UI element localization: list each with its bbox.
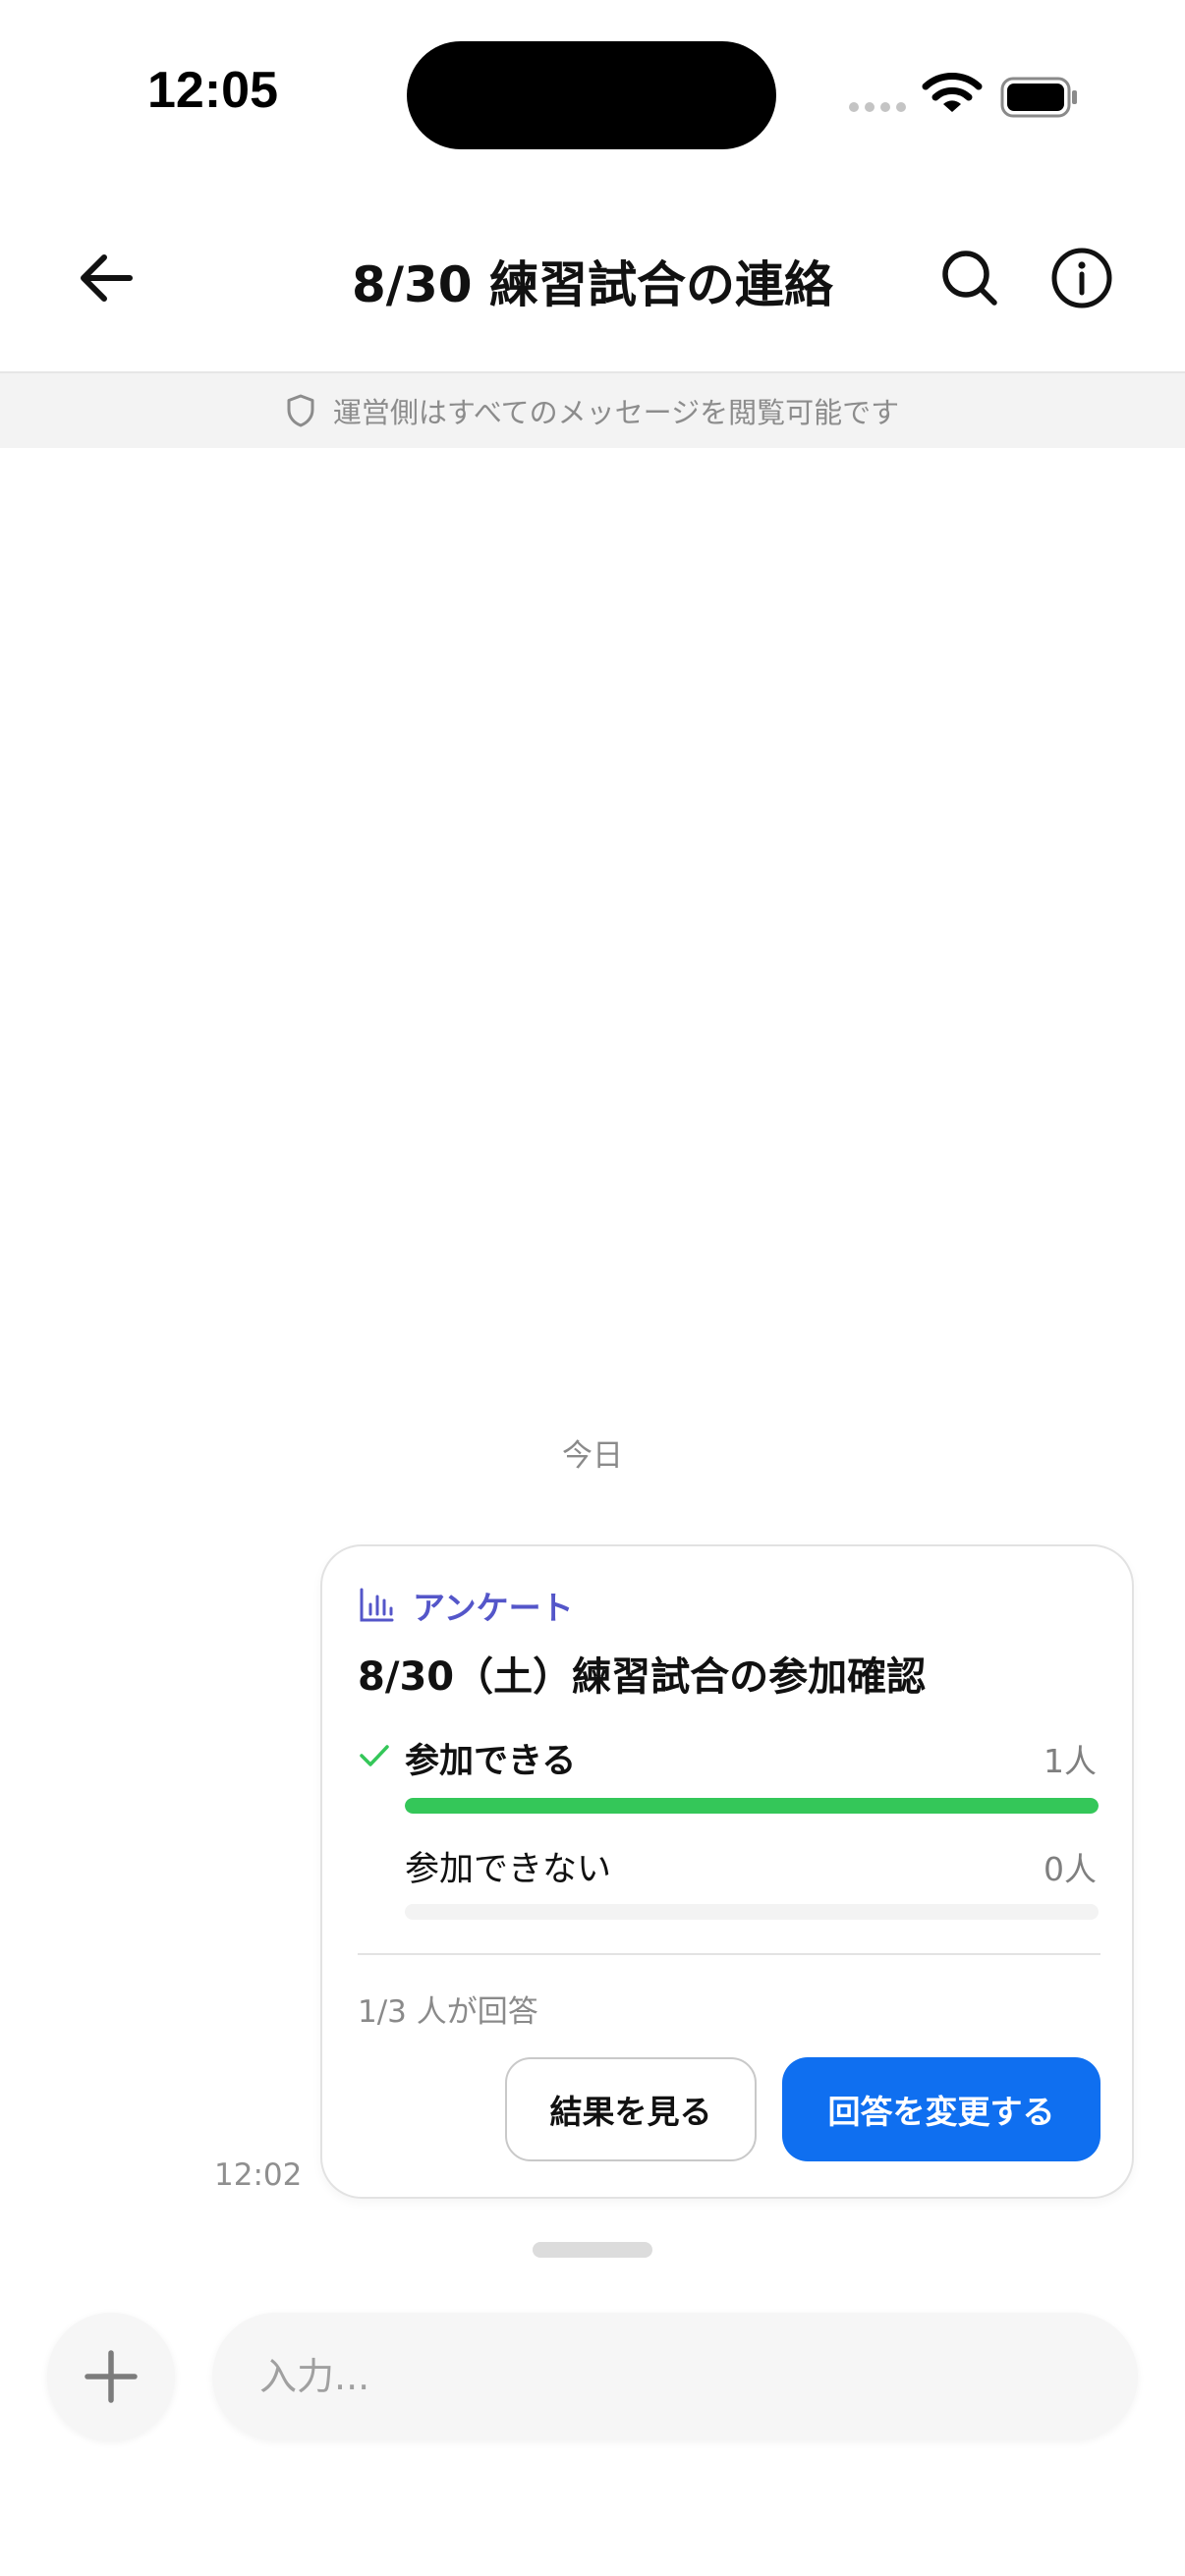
info-button[interactable] [1047, 244, 1116, 312]
poll-option-bar [405, 1904, 1099, 1920]
privacy-notice-text: 運営側はすべてのメッセージを閲覧可能です [332, 396, 900, 429]
date-separator: 今日 [562, 1438, 623, 1474]
change-answer-button[interactable]: 回答を変更する [782, 2057, 1100, 2161]
respondent-count: 1/3 人が回答 [358, 1994, 538, 2030]
shield-icon [287, 394, 314, 427]
message-input[interactable] [212, 2313, 1138, 2440]
arrow-left-icon [81, 254, 133, 302]
wifi-icon [922, 73, 983, 112]
chat-title: 8/30 練習試合の連絡 [351, 256, 834, 313]
poll-option-label[interactable]: 参加できる [405, 1733, 576, 1783]
poll-kind-label: アンケート [358, 1582, 574, 1629]
dynamic-island [407, 41, 776, 149]
plus-icon [85, 2350, 138, 2403]
back-button[interactable] [73, 244, 141, 312]
card-divider [358, 1953, 1100, 1955]
status-time: 12:05 [147, 62, 278, 119]
search-icon [942, 251, 997, 306]
search-button[interactable] [935, 244, 1004, 312]
poll-message-card: アンケート 8/30（土）練習試合の参加確認 参加できる 1人 参加できない 0… [320, 1544, 1134, 2199]
view-results-button[interactable]: 結果を見る [505, 2057, 757, 2161]
bar-chart-icon [360, 1588, 394, 1622]
poll-kind-text: アンケート [413, 1589, 574, 1627]
sheet-grabber[interactable] [533, 2242, 652, 2258]
privacy-notice: 運営側はすべてのメッセージを閲覧可能です [0, 373, 1185, 448]
cellular-signal-icon [849, 102, 906, 112]
poll-title: 8/30（土）練習試合の参加確認 [358, 1654, 927, 1700]
checkmark-icon [360, 1745, 389, 1766]
add-attachment-button[interactable] [47, 2313, 175, 2440]
poll-option-bar-fill [405, 1798, 1099, 1814]
message-timestamp: 12:02 [214, 2157, 303, 2193]
info-icon [1051, 248, 1112, 308]
poll-option-count: 1人 [1044, 1742, 1097, 1780]
poll-option-bar [405, 1798, 1099, 1814]
battery-icon [1000, 77, 1077, 118]
poll-option-label[interactable]: 参加できない [405, 1841, 611, 1891]
poll-option-count: 0人 [1044, 1850, 1097, 1888]
